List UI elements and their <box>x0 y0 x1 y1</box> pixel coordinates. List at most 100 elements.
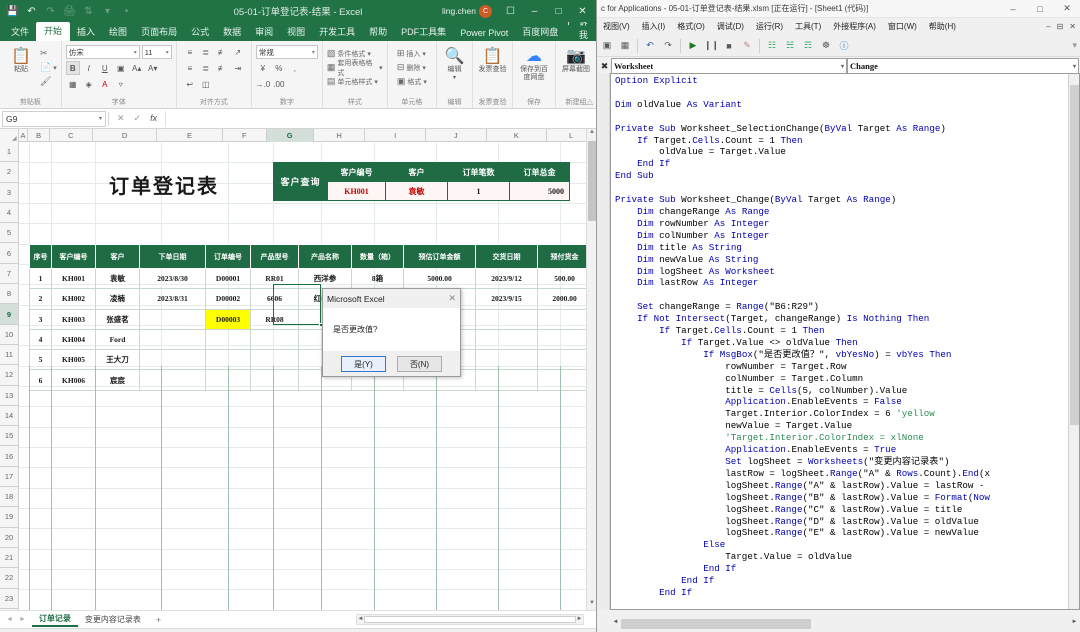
cell-cust-id[interactable]: KH002 <box>51 288 96 310</box>
previous-sheet-icon[interactable]: ◄ <box>6 616 13 623</box>
row-header-16[interactable]: 16 <box>0 446 18 467</box>
cell-quantity[interactable]: 8箱 <box>351 267 404 290</box>
design-mode-icon[interactable]: ✎ <box>740 40 754 51</box>
ribbon-tab-help[interactable]: 帮助 <box>362 23 394 41</box>
row-header-15[interactable]: 15 <box>0 426 18 447</box>
undo-icon[interactable]: ↶ <box>643 40 657 51</box>
menu-insert[interactable]: 插入(I) <box>636 21 672 32</box>
name-box[interactable]: G9 ▾ <box>2 110 106 127</box>
vertical-scrollbar[interactable]: ▲ ▼ <box>586 129 596 610</box>
clear-format-button[interactable]: ▿ <box>114 77 128 91</box>
cell-delivery[interactable]: 2023/9/15 <box>475 288 538 310</box>
procedure-combo[interactable]: Change ▾ <box>847 58 1079 74</box>
align-center-button[interactable]: ≣ <box>199 61 213 75</box>
delete-cells-button[interactable]: ⊟ 删除 ▾ <box>397 61 427 74</box>
formula-input[interactable] <box>165 110 596 127</box>
row-header-22[interactable]: 22 <box>0 568 18 589</box>
row-header-18[interactable]: 18 <box>0 487 18 508</box>
mdi-restore-icon[interactable]: ⊟ <box>1057 22 1064 31</box>
ribbon-tab-insert[interactable]: 插入 <box>70 23 102 41</box>
shrink-font-button[interactable]: A▾ <box>146 61 160 75</box>
menu-addins[interactable]: 外接程序(A) <box>827 21 882 32</box>
indent-button[interactable]: ⇥ <box>231 61 245 75</box>
cell-order-no[interactable]: D00003 <box>205 308 251 330</box>
cell-delivery[interactable] <box>475 308 538 330</box>
table-format-button[interactable]: ▦ 套用表格格式 ▾ <box>327 60 383 77</box>
insert-function-icon[interactable]: fx <box>150 113 157 124</box>
restore-button[interactable]: □ <box>547 1 570 21</box>
code-vertical-scrollbar[interactable] <box>1068 74 1079 609</box>
font-color-button[interactable]: A <box>98 77 112 91</box>
cell-delivery[interactable]: 2023/9/12 <box>475 267 538 290</box>
row-header-8[interactable]: 8 <box>0 284 18 305</box>
print-icon[interactable]: 🖨 <box>61 3 78 20</box>
empty-table-region[interactable] <box>29 366 571 610</box>
column-header-D[interactable]: D <box>93 129 158 142</box>
column-header-F[interactable]: F <box>223 129 267 142</box>
yes-button[interactable]: 是(Y) <box>341 356 386 372</box>
row-header-5[interactable]: 5 <box>0 223 18 244</box>
sheet-tab-orders[interactable]: 订单记录 <box>31 612 78 627</box>
increase-decimal-button[interactable]: →.0 <box>256 77 271 91</box>
row-header-11[interactable]: 11 <box>0 345 18 366</box>
cell-format-button[interactable]: ▣ 格式 ▾ <box>397 75 427 88</box>
redo-icon[interactable]: ↷ <box>42 3 59 20</box>
query-value-customer-id[interactable]: KH001 <box>327 181 386 201</box>
borders-button[interactable]: ▣ <box>114 61 128 75</box>
mdi-minimize-icon[interactable]: – <box>1046 22 1050 31</box>
column-header-J[interactable]: J <box>426 129 487 142</box>
scrollbar-thumb[interactable] <box>621 619 811 629</box>
scroll-right-arrow[interactable]: ► <box>576 616 583 625</box>
collapse-ribbon-icon[interactable]: △ <box>587 97 593 106</box>
cell-date[interactable]: 2023/8/30 <box>139 267 206 290</box>
scrollbar-thumb[interactable] <box>364 616 576 623</box>
number-format-combo[interactable]: 常规 ▾ <box>255 45 318 59</box>
row-header-7[interactable]: 7 <box>0 264 18 285</box>
cell-cust-id[interactable]: KH001 <box>51 267 96 290</box>
minimize-button[interactable]: – <box>1000 0 1026 17</box>
close-icon[interactable]: ✕ <box>448 293 456 304</box>
pause-icon[interactable]: ❙❙ <box>704 40 719 51</box>
row-header-19[interactable]: 19 <box>0 507 18 528</box>
scroll-right-arrow[interactable]: ► <box>1069 619 1080 629</box>
cell-date[interactable] <box>139 328 206 351</box>
confirm-icon[interactable]: ✓ <box>134 113 142 124</box>
ribbon-tab-page-layout[interactable]: 页面布局 <box>134 23 184 41</box>
cell-order-no[interactable] <box>205 328 251 351</box>
ribbon-tab-data[interactable]: 数据 <box>216 23 248 41</box>
no-button[interactable]: 否(N) <box>397 356 442 372</box>
ribbon-tab-home[interactable]: 开始 <box>36 22 71 41</box>
row-header-1[interactable]: 1 <box>0 142 18 163</box>
row-header-13[interactable]: 13 <box>0 386 18 406</box>
scroll-up-arrow[interactable]: ▲ <box>587 129 596 139</box>
align-bottom-button[interactable]: ≢ <box>215 45 229 59</box>
orientation-button[interactable]: ↗ <box>231 45 245 59</box>
cell-seq[interactable]: 1 <box>29 267 52 290</box>
vba-code[interactable]: Option Explicit Dim oldValue As Variant … <box>615 75 990 599</box>
cell-date[interactable] <box>139 308 206 330</box>
invoice-check-button[interactable]: 📋 发票查验 <box>476 45 510 95</box>
fill-color-button[interactable]: ◈ <box>82 77 96 91</box>
cell-prepay[interactable]: 500.00 <box>537 267 592 290</box>
column-header-H[interactable]: H <box>314 129 366 142</box>
column-header-E[interactable]: E <box>157 129 223 142</box>
toolbox-icon[interactable]: ☸ <box>819 40 833 51</box>
cell-delivery[interactable] <box>475 328 538 351</box>
row-header-9[interactable]: 9 <box>0 304 18 325</box>
ribbon-tab-baidu-netdisk[interactable]: 百度网盘 <box>515 23 565 41</box>
help-icon[interactable]: ⓘ <box>837 39 851 52</box>
percent-button[interactable]: % <box>272 61 286 75</box>
merge-cells-button[interactable]: ◫ <box>199 77 213 91</box>
cell-date[interactable]: 2023/8/31 <box>139 288 206 310</box>
properties-window-icon[interactable]: ☵ <box>783 40 797 51</box>
scroll-left-arrow[interactable]: ◄ <box>357 616 364 625</box>
cell-cust-id[interactable]: KH004 <box>51 328 96 351</box>
code-editor[interactable]: Option Explicit Dim oldValue As Variant … <box>610 73 1080 610</box>
cell-model[interactable] <box>250 328 299 351</box>
object-browser-icon[interactable]: ☶ <box>801 40 815 51</box>
font-name-combo[interactable]: 仿宋 ▾ <box>65 45 140 59</box>
scroll-down-arrow[interactable]: ▼ <box>587 600 596 610</box>
row-header-12[interactable]: 12 <box>0 365 18 386</box>
align-top-button[interactable]: ≡ <box>183 45 197 59</box>
column-header-G[interactable]: G <box>266 129 314 142</box>
